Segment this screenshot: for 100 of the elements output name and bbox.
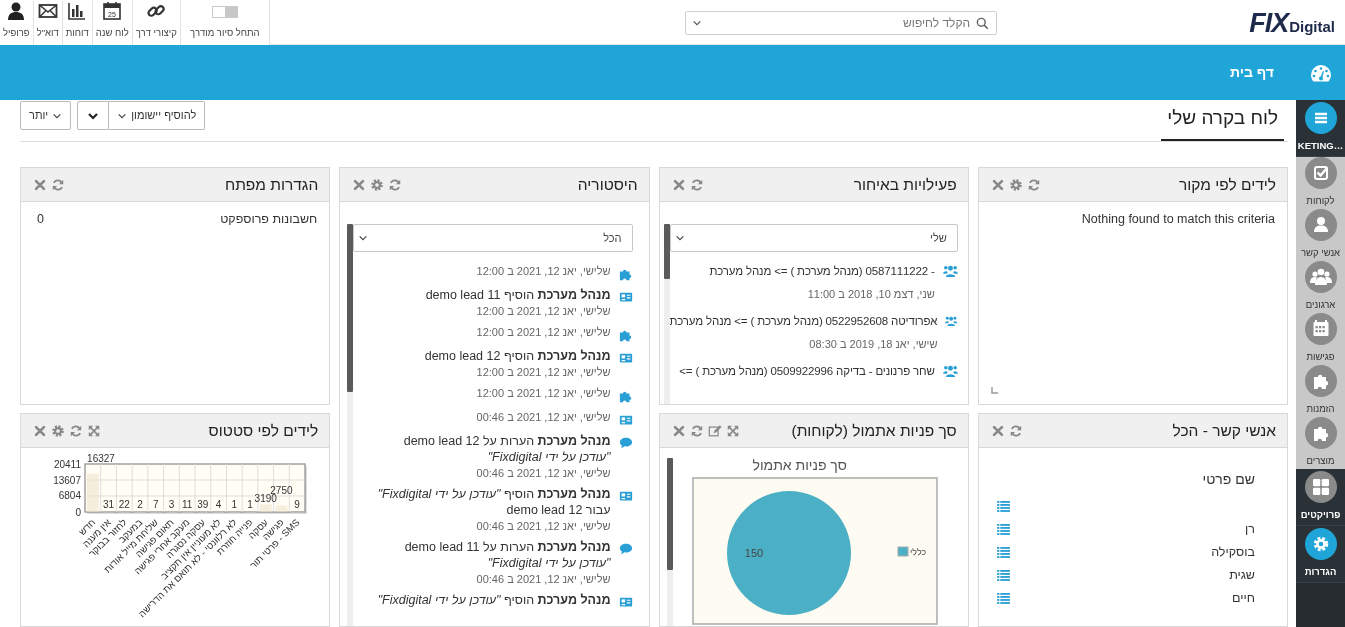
sidebar-item[interactable]: הזמנות bbox=[1296, 365, 1345, 417]
column-header: שם פרטי bbox=[1201, 472, 1255, 487]
sidebar-item[interactable]: פרויקטים bbox=[1296, 469, 1345, 526]
id-card-icon bbox=[618, 413, 633, 427]
close-icon[interactable] bbox=[990, 177, 1005, 192]
toolbar-button[interactable]: קיצורי דרך bbox=[132, 0, 181, 45]
data-label: 1 bbox=[231, 499, 238, 510]
scrollbar-thumb[interactable] bbox=[347, 224, 354, 392]
data-label: 3 bbox=[168, 499, 175, 510]
history-note: "עודכן על ידי Fixdigital" bbox=[486, 450, 611, 465]
expand-icon[interactable] bbox=[725, 423, 740, 438]
people-icon bbox=[942, 364, 958, 378]
filter-dropdown[interactable]: שלי bbox=[669, 224, 958, 252]
scrollbar-thumb[interactable] bbox=[663, 224, 670, 279]
activity-text: אפרודיטה 0522952608 (מנהל מערכת ) => מנהל מערכת bbox=[669, 314, 938, 329]
list-icon[interactable] bbox=[996, 593, 1010, 604]
history-text: מנהל מערכת הערות על demo lead 11 bbox=[403, 540, 611, 555]
comment-icon bbox=[618, 542, 633, 556]
bar bbox=[87, 473, 99, 512]
caret-icon bbox=[358, 233, 369, 243]
list-icon[interactable] bbox=[996, 570, 1010, 581]
resize-handle-icon[interactable] bbox=[990, 387, 998, 394]
dashboard-tab[interactable]: לוח בקרה שלי bbox=[1161, 101, 1284, 141]
caret-icon bbox=[692, 18, 703, 28]
data-label: 2750 bbox=[270, 484, 293, 496]
sidebar-item[interactable]: הגדרות bbox=[1296, 526, 1345, 583]
history-date: שלישי, יאנ 12, 2021 ב 12:00 bbox=[475, 264, 611, 278]
sidebar-item[interactable]: מוצרים bbox=[1296, 417, 1345, 469]
refresh-icon[interactable] bbox=[1026, 177, 1041, 192]
activity-text: שחר פרנונים - בדיקה 0509922996 (מנהל מערכת ) => bbox=[678, 364, 935, 379]
refresh-icon[interactable] bbox=[1008, 423, 1023, 438]
refresh-icon[interactable] bbox=[689, 177, 704, 192]
toolbar-button[interactable]: פרופיל bbox=[0, 0, 34, 45]
data-label: 9 bbox=[294, 499, 301, 510]
data-label: 39 bbox=[197, 499, 209, 510]
people-icon bbox=[945, 314, 958, 328]
scrollbar[interactable] bbox=[663, 224, 670, 404]
scrollbar[interactable] bbox=[347, 224, 354, 626]
sidebar-item[interactable]: לקוחות bbox=[1296, 157, 1345, 209]
sidebar-item[interactable]: פגישות bbox=[1296, 313, 1345, 365]
data-label: 31 bbox=[103, 499, 115, 510]
refresh-icon[interactable] bbox=[69, 423, 83, 438]
expand-icon[interactable] bbox=[87, 423, 101, 438]
split-caret-button[interactable] bbox=[77, 101, 110, 130]
refresh-icon[interactable] bbox=[388, 177, 403, 192]
axis-tick-label: 6804 bbox=[59, 490, 82, 502]
toolbar-button[interactable]: דוחות bbox=[62, 0, 93, 45]
legend-label: כללי bbox=[909, 547, 927, 557]
axis-tick-label: 20411 bbox=[54, 458, 82, 470]
toolbar-button[interactable]: דוא"ל bbox=[33, 0, 63, 45]
list-icon[interactable] bbox=[996, 547, 1010, 558]
refresh-icon[interactable] bbox=[51, 177, 65, 192]
id-card-icon bbox=[618, 489, 633, 503]
close-icon[interactable] bbox=[352, 177, 367, 192]
history-text: מנהל מערכת הוסיף demo lead 12 bbox=[423, 349, 611, 364]
more-dropdown-button[interactable]: יותר bbox=[20, 101, 72, 130]
history-date: שלישי, יאנ 12, 2021 ב 12:00 bbox=[475, 304, 611, 318]
close-icon[interactable] bbox=[671, 423, 686, 438]
refresh-icon[interactable] bbox=[689, 423, 704, 438]
activity-date: שישי, יאנ 18, 2019 ב 08:30 bbox=[808, 337, 938, 351]
bar bbox=[260, 504, 272, 512]
list-icon[interactable] bbox=[996, 501, 1010, 512]
logo-mark: FIX bbox=[1249, 10, 1289, 36]
search-icon[interactable] bbox=[976, 17, 990, 30]
toggle-switch[interactable] bbox=[211, 5, 238, 18]
history-text: מנהל מערכת הוסיף demo lead 11 bbox=[424, 288, 611, 303]
settings-icon[interactable] bbox=[370, 177, 385, 192]
sidebar-item[interactable]: אנשי קשר bbox=[1296, 209, 1345, 261]
scrollbar-thumb[interactable] bbox=[666, 458, 673, 570]
data-label: 1 bbox=[247, 499, 254, 510]
legend-swatch bbox=[897, 546, 909, 557]
data-label: 16327 bbox=[87, 452, 116, 464]
scrollbar[interactable] bbox=[666, 458, 673, 626]
sidebar-item[interactable]: ארגונים bbox=[1296, 261, 1345, 313]
history-date: שלישי, יאנ 12, 2021 ב 00:46 bbox=[475, 410, 611, 424]
activity-text: - 0587111222 (מנהל מערכת ) => מנהל מערכת bbox=[708, 264, 935, 279]
page-heading: דף בית bbox=[1229, 63, 1274, 82]
data-label: 22 bbox=[118, 499, 131, 510]
contact-name: חיים bbox=[1232, 591, 1255, 606]
settings-icon[interactable] bbox=[1008, 177, 1023, 192]
data-label: 2 bbox=[137, 499, 144, 510]
filter-dropdown[interactable]: הכל bbox=[353, 224, 633, 252]
puzzle-icon bbox=[618, 328, 633, 342]
close-icon[interactable] bbox=[671, 177, 686, 192]
close-icon[interactable] bbox=[33, 177, 47, 192]
data-label: 11 bbox=[182, 499, 193, 510]
close-icon[interactable] bbox=[990, 423, 1005, 438]
search-field[interactable]: הקלד לחיפוש bbox=[685, 11, 998, 35]
close-icon[interactable] bbox=[33, 423, 47, 438]
gauge-icon[interactable] bbox=[1309, 63, 1332, 82]
settings-icon[interactable] bbox=[51, 423, 65, 438]
history-text: מנהל מערכת הוסיף "עודכן על ידי Fixdigital" bbox=[376, 487, 611, 502]
data-label: 4 bbox=[216, 499, 222, 510]
bar bbox=[275, 505, 288, 512]
widget-title: לידים לפי מקור bbox=[1179, 174, 1276, 195]
edit-icon[interactable] bbox=[707, 423, 722, 438]
sidebar-item[interactable]: …KETING bbox=[1296, 100, 1345, 157]
toolbar-button[interactable]: התחל סיור מודרך bbox=[180, 0, 270, 45]
add-widget-button[interactable]: להוסיף יישומון bbox=[109, 101, 206, 130]
list-icon[interactable] bbox=[996, 524, 1010, 535]
